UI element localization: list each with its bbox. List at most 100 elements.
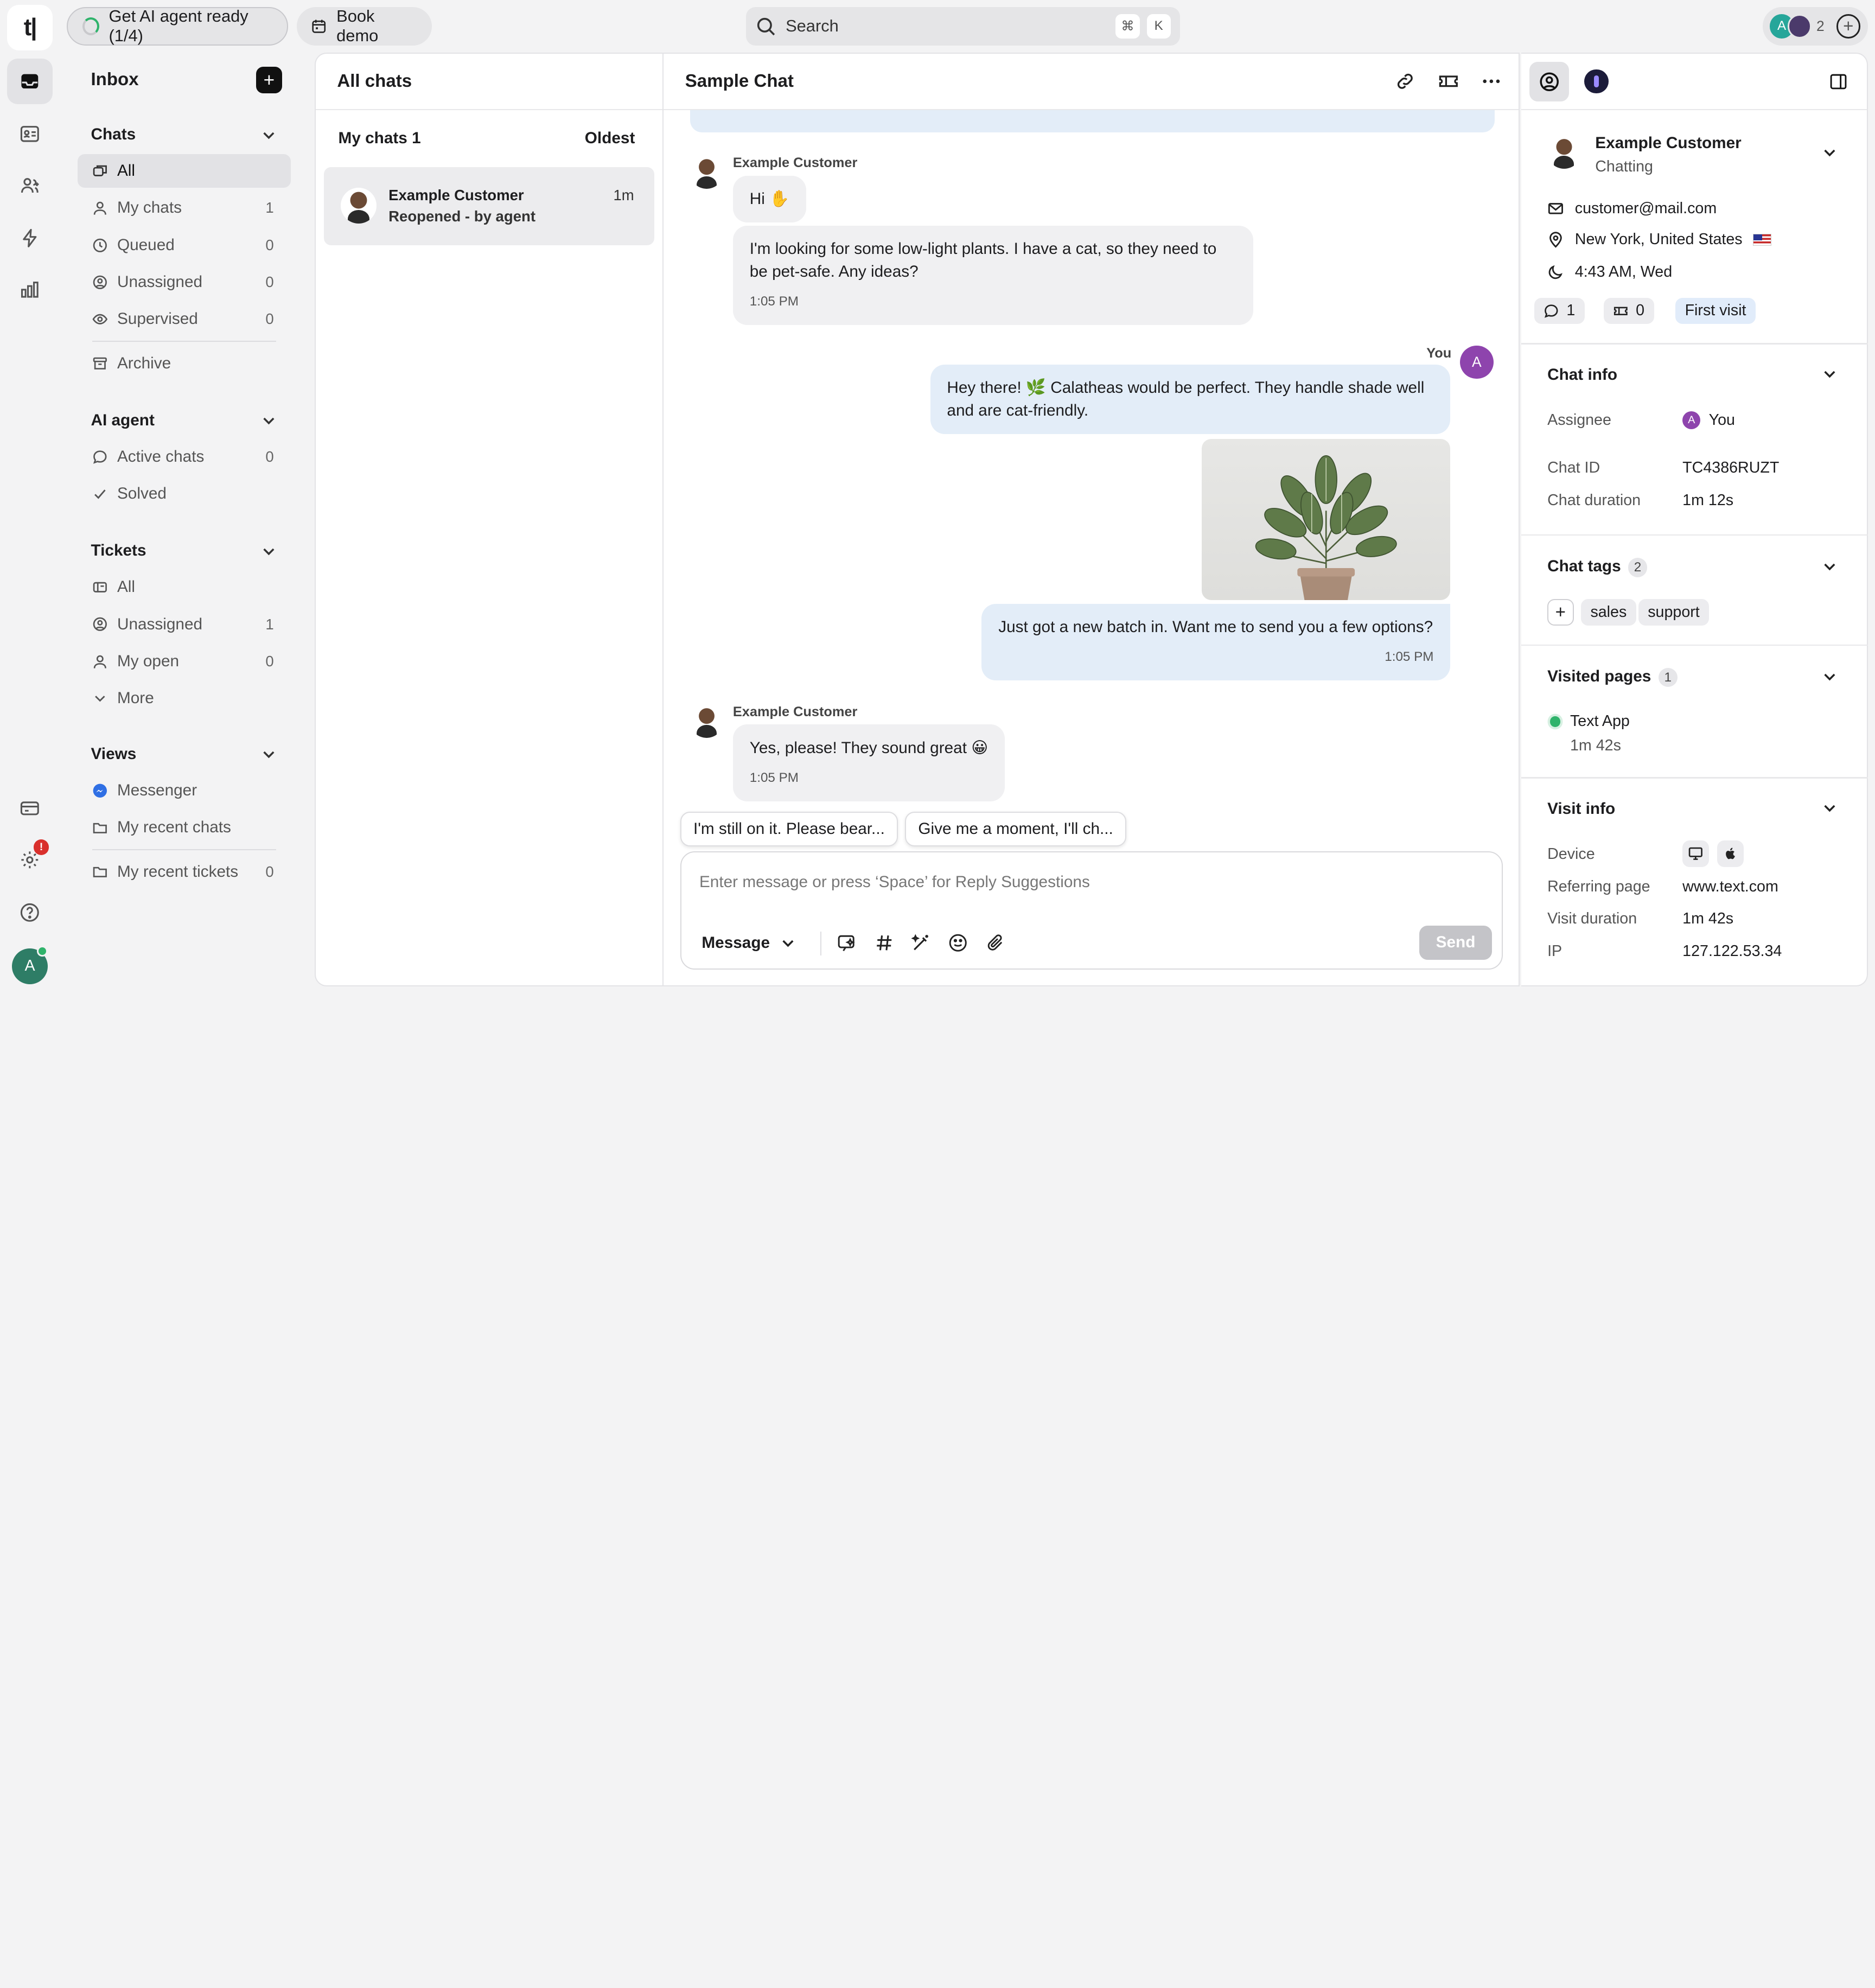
nav-chats-unassigned[interactable]: Unassigned 0 — [78, 265, 290, 299]
messenger-icon — [93, 783, 107, 798]
chats-count-chip[interactable]: 1 — [1534, 297, 1585, 324]
app-logo[interactable]: t| — [7, 4, 53, 50]
chevron-down-icon[interactable] — [260, 543, 277, 560]
rail-automation-button[interactable] — [7, 215, 53, 261]
book-demo-label: Book demo — [336, 7, 379, 46]
chevron-down-icon[interactable] — [260, 746, 277, 763]
chevron-down-icon[interactable] — [260, 412, 277, 429]
views-section-title[interactable]: Views — [91, 745, 137, 763]
chat-list-item[interactable]: Example Customer Reopened - by agent 1m — [324, 167, 654, 245]
nav-item-label: All — [117, 578, 136, 596]
rail-billing-button[interactable] — [7, 786, 53, 831]
tickets-section-title[interactable]: Tickets — [91, 541, 146, 560]
tab-ai-copilot[interactable] — [1584, 69, 1609, 93]
new-conversation-button[interactable]: + — [256, 67, 283, 93]
more-options-icon[interactable] — [1481, 71, 1502, 92]
calathea-plant-image — [1255, 455, 1397, 601]
tag-chip[interactable]: support — [1638, 599, 1710, 626]
chevron-down-icon[interactable] — [1821, 800, 1838, 817]
nav-views-recent-chats[interactable]: My recent chats — [78, 811, 290, 844]
visited-page-name[interactable]: Text App — [1570, 712, 1630, 730]
rail-settings-button[interactable]: ! — [7, 837, 53, 883]
nav-views-recent-tickets[interactable]: My recent tickets 0 — [78, 855, 290, 889]
nav-tickets-my-open[interactable]: My open 0 — [78, 645, 290, 678]
nav-chats-queued[interactable]: Queued 0 — [78, 228, 290, 262]
chat-info-title[interactable]: Chat info — [1547, 366, 1617, 384]
invite-plus-icon[interactable]: + — [1836, 14, 1860, 39]
folder-icon — [93, 867, 107, 878]
nav-chats-my-chats[interactable]: My chats 1 — [78, 192, 290, 225]
ai-agent-section-title[interactable]: AI agent — [91, 411, 155, 430]
composer-input[interactable]: Enter message or press ‘Space’ for Reply… — [699, 873, 1090, 891]
agent-count: 2 — [1816, 17, 1825, 34]
nav-tickets-unassigned[interactable]: Unassigned 1 — [78, 608, 290, 641]
chevron-down-icon[interactable] — [1821, 668, 1838, 685]
chat-id-label: Chat ID — [1547, 459, 1600, 477]
nav-chats-all[interactable]: All — [78, 154, 291, 188]
nav-ai-solved[interactable]: Solved — [78, 477, 290, 511]
visit-info-title[interactable]: Visit info — [1547, 800, 1615, 818]
rail-team-button[interactable] — [7, 163, 53, 208]
help-icon — [21, 903, 40, 922]
hashtag-icon[interactable] — [874, 933, 894, 953]
referring-page-value[interactable]: www.text.com — [1682, 878, 1778, 896]
rail-inbox-button[interactable] — [7, 58, 53, 104]
chevron-down-icon[interactable] — [260, 127, 277, 144]
section-divider — [1521, 644, 1868, 646]
chevron-down-icon — [94, 696, 105, 702]
customer-avatar — [1547, 135, 1581, 169]
tab-customer-details[interactable] — [1529, 62, 1569, 102]
nav-tickets-more[interactable]: More — [78, 681, 290, 715]
message-composer[interactable]: Enter message or press ‘Space’ for Reply… — [680, 851, 1503, 970]
plant-image-attachment[interactable] — [1201, 438, 1451, 601]
chevron-down-icon[interactable] — [1821, 366, 1838, 383]
nav-views-messenger[interactable]: Messenger — [78, 774, 290, 807]
assignee-avatar: A — [1682, 411, 1701, 430]
nav-ai-active-chats[interactable]: Active chats 0 — [78, 440, 290, 474]
user-circle-icon — [93, 275, 107, 289]
tickets-count-chip[interactable]: 0 — [1603, 297, 1654, 324]
message-sender: You — [1426, 345, 1452, 361]
magic-wand-icon[interactable] — [911, 933, 931, 953]
nav-chats-archive[interactable]: Archive — [78, 347, 290, 380]
nav-item-count: 1 — [265, 199, 274, 216]
rail-contacts-button[interactable] — [7, 111, 53, 157]
visited-pages-title[interactable]: Visited pages 1 — [1547, 667, 1678, 687]
eye-icon — [92, 314, 107, 324]
reply-suggestion-1[interactable]: I'm still on it. Please bear... — [680, 812, 898, 847]
search-bar[interactable]: Search ⌘ K — [746, 7, 1181, 46]
chat-list-group[interactable]: My chats 1 — [339, 129, 421, 148]
sort-order-button[interactable]: Oldest — [585, 129, 635, 148]
app-root: t| Get AI agent ready (1/4) Book demo Se… — [0, 0, 1875, 994]
nav-tickets-all[interactable]: All — [78, 570, 290, 604]
nav-item-label: Messenger — [117, 781, 197, 799]
rail-reports-button[interactable] — [7, 267, 53, 313]
rail-help-button[interactable] — [7, 890, 53, 935]
nav-chats-supervised[interactable]: Supervised 0 — [78, 303, 290, 336]
emoji-icon[interactable] — [948, 933, 968, 953]
assignee-value[interactable]: A You — [1682, 411, 1735, 430]
link-icon[interactable] — [1394, 71, 1416, 92]
tag-chip[interactable]: sales — [1580, 599, 1636, 626]
us-flag-icon — [1753, 233, 1771, 246]
add-tag-button[interactable]: + — [1547, 599, 1574, 626]
chevron-down-icon[interactable] — [1821, 144, 1838, 161]
send-button[interactable]: Send — [1419, 925, 1493, 960]
attachment-icon[interactable] — [985, 933, 1005, 953]
visit-duration-value: 1m 42s — [1682, 910, 1734, 928]
chat-tags-title[interactable]: Chat tags 2 — [1547, 557, 1648, 577]
chats-section-title[interactable]: Chats — [91, 125, 136, 144]
book-demo-button[interactable]: Book demo — [296, 7, 432, 46]
details-tabs — [1521, 54, 1867, 110]
chevron-down-icon[interactable] — [1821, 558, 1838, 575]
sidebar-toggle-icon[interactable] — [1829, 73, 1847, 91]
customer-name: Example Customer — [1595, 133, 1742, 152]
message-text: Yes, please! They sound great 😀 — [749, 738, 988, 757]
ticket-icon[interactable] — [1438, 71, 1459, 92]
message-type-dropdown[interactable]: Message — [701, 934, 796, 952]
reply-suggestion-2[interactable]: Give me a moment, I'll ch... — [905, 812, 1126, 847]
customer-email[interactable]: customer@mail.com — [1575, 200, 1717, 218]
team-avatars[interactable]: A 2 + — [1762, 7, 1868, 46]
ai-agent-setup-button[interactable]: Get AI agent ready (1/4) — [67, 7, 289, 46]
ai-assist-icon[interactable] — [837, 933, 857, 953]
